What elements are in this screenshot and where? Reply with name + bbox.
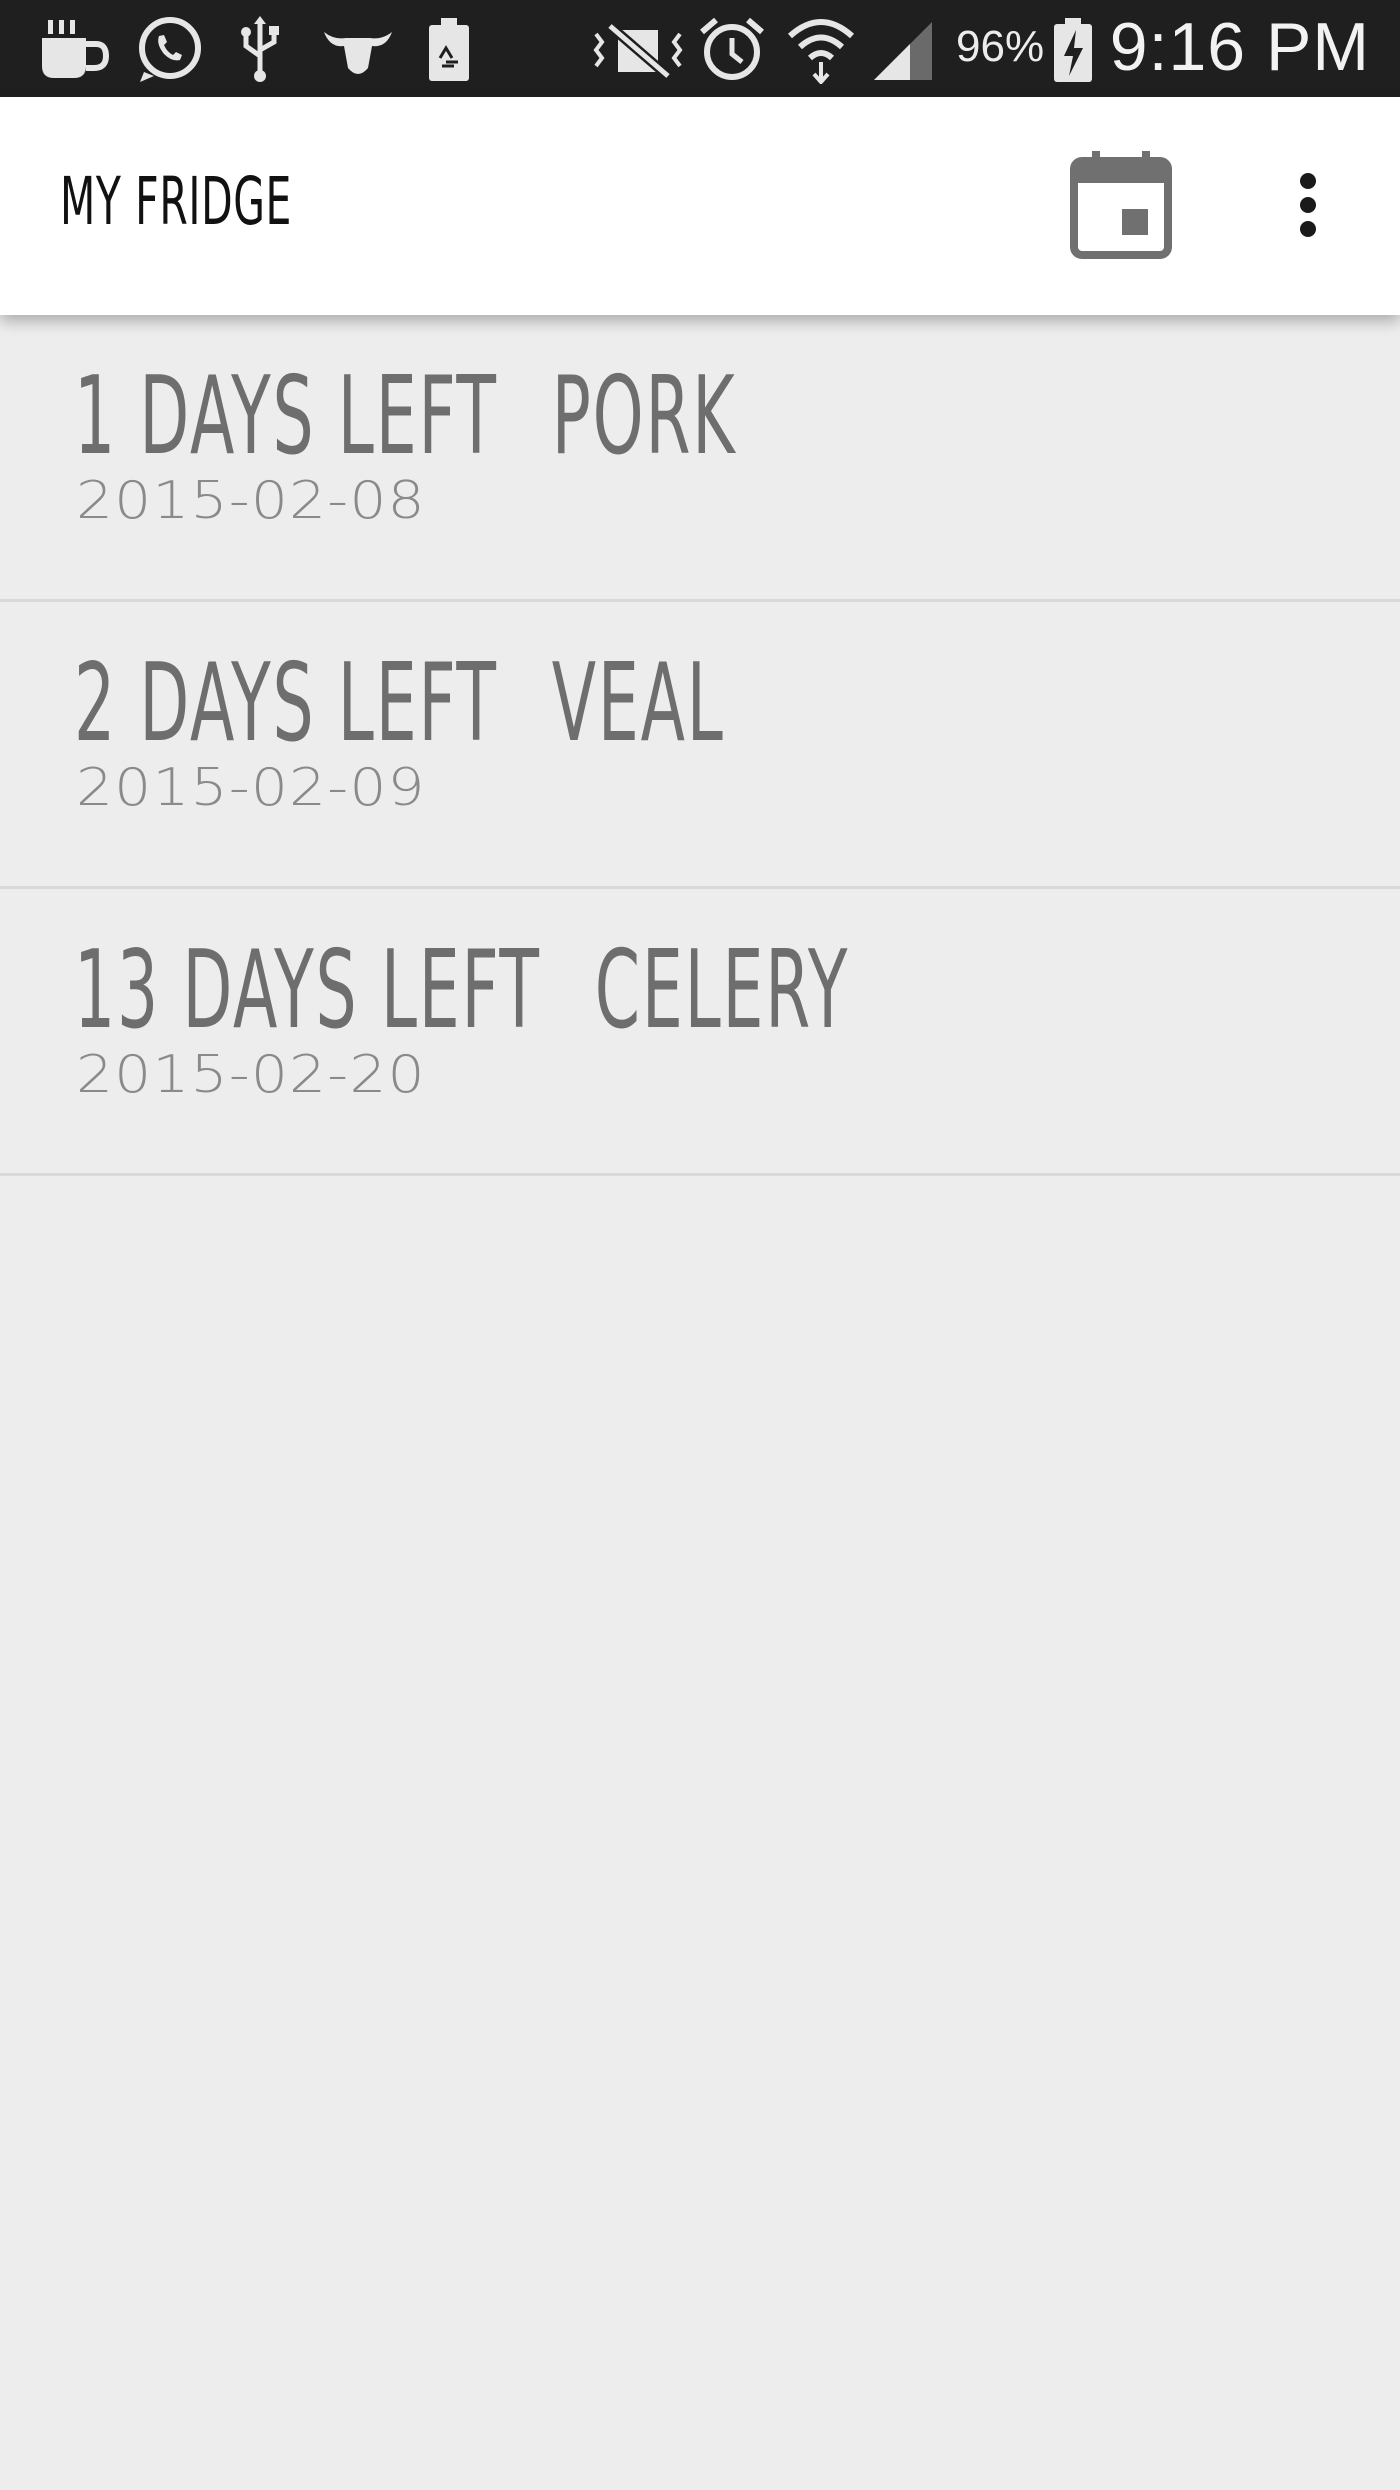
calendar-icon xyxy=(1070,151,1172,259)
wifi-icon xyxy=(786,14,856,84)
days-left-label: 1 DAYS LEFT xyxy=(74,354,498,479)
list-item[interactable]: 1 DAYS LEFT PORK 2015-02-08 xyxy=(0,315,1400,602)
app-title: MY FRIDGE xyxy=(60,163,293,240)
vibrate-icon xyxy=(590,14,686,84)
battery-percent: 96% xyxy=(956,22,1045,71)
app-bar: MY FRIDGE xyxy=(0,97,1400,315)
item-date: 2015-02-09 xyxy=(76,758,426,818)
item-heading: 2 DAYS LEFT VEAL xyxy=(74,650,725,758)
item-date: 2015-02-08 xyxy=(76,471,426,531)
days-left-label: 13 DAYS LEFT xyxy=(74,928,541,1053)
signal-icon xyxy=(870,14,936,84)
clock-time: 9:16 PM xyxy=(1109,9,1370,85)
alarm-icon xyxy=(698,14,766,84)
list-item[interactable]: 2 DAYS LEFT VEAL 2015-02-09 xyxy=(0,602,1400,889)
bull-icon xyxy=(320,14,396,84)
usb-icon xyxy=(232,14,288,84)
days-left-label: 2 DAYS LEFT xyxy=(74,641,498,766)
coffee-icon xyxy=(38,14,114,84)
item-heading: 1 DAYS LEFT PORK xyxy=(74,363,737,471)
item-date: 2015-02-20 xyxy=(76,1045,426,1105)
battery-recycle-icon xyxy=(424,14,474,84)
list-item[interactable]: 13 DAYS LEFT CELERY 2015-02-20 xyxy=(0,889,1400,1176)
status-bar: 96% 9:16 PM xyxy=(0,0,1400,97)
overflow-menu-button[interactable] xyxy=(1280,161,1336,249)
fridge-item-list: 1 DAYS LEFT PORK 2015-02-08 2 DAYS LEFT VE… xyxy=(0,315,1400,1176)
calendar-button[interactable] xyxy=(1070,149,1172,259)
item-name: VEAL xyxy=(551,641,725,766)
item-name: PORK xyxy=(551,354,737,479)
item-name: CELERY xyxy=(594,928,850,1053)
item-heading: 13 DAYS LEFT CELERY xyxy=(74,937,849,1045)
whatsapp-icon xyxy=(132,14,206,84)
battery-charging-icon xyxy=(1050,14,1096,84)
